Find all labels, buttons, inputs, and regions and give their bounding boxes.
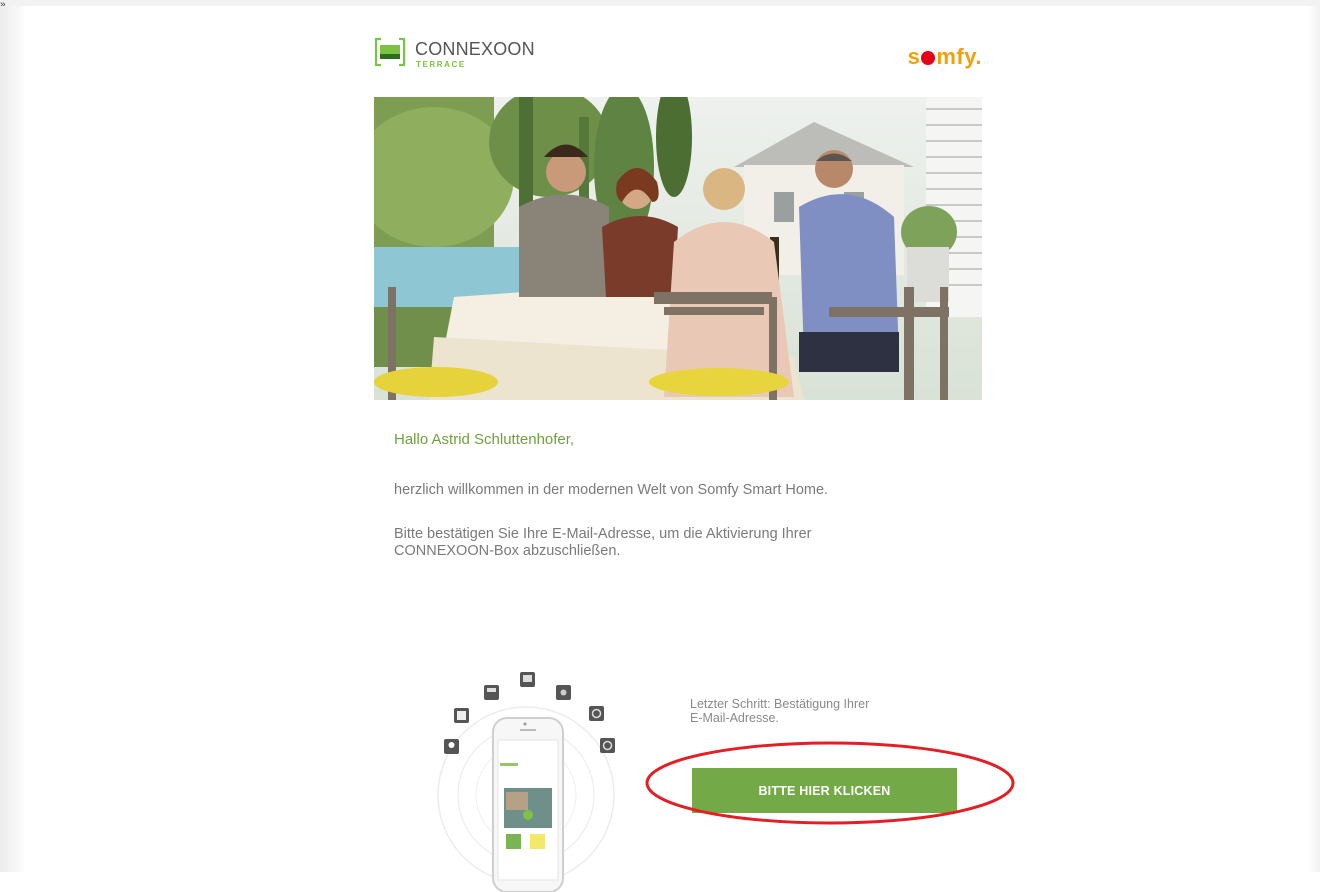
last-step-text: Letzter Schritt: Bestätigung Ihrer E-Mail… (690, 697, 950, 725)
lamp-icon (444, 739, 459, 754)
awning-icon (484, 685, 499, 700)
somfy-logo-o-icon (921, 51, 936, 65)
somfy-logo-s: s (907, 44, 921, 69)
right-page-shade (1308, 6, 1320, 872)
hero-photo (374, 97, 982, 400)
connexoon-logo-icon (374, 37, 406, 67)
somfy-logo-period: . (975, 44, 982, 69)
somfy-logo-mfy: mfy (936, 44, 976, 69)
confirm-email-button[interactable]: BITTE HIER KLICKEN (692, 768, 957, 813)
connexoon-title: CONNEXOON (415, 39, 535, 59)
window-icon (454, 708, 469, 723)
hero-photo-illustration (374, 97, 982, 400)
somfy-logo: s mfy. (908, 44, 982, 70)
alarm-icon (556, 685, 571, 700)
left-page-shade (0, 6, 26, 872)
confirm-email-line-2: CONNEXOON-Box abzuschließen. (394, 543, 621, 559)
smartphone-devices-graphic (437, 672, 615, 892)
connexoon-logo: CONNEXOON TERRACE (374, 36, 574, 72)
last-step-line-1: Letzter Schritt: Bestätigung Ihrer (690, 697, 870, 711)
connexoon-subtitle: TERRACE (416, 60, 466, 69)
last-step-line-2: E-Mail-Adresse. (690, 711, 779, 725)
smartphone-devices-illustration (436, 660, 618, 892)
shutter-icon (520, 672, 535, 687)
thermostat-icon (600, 738, 615, 753)
top-strip (0, 0, 1320, 6)
confirm-email-line-1: Bitte bestätigen Sie Ihre E-Mail-Adresse… (394, 526, 812, 542)
email-content: CONNEXOON TERRACE s mfy. Hallo Astrid Sc… (374, 20, 982, 892)
confirm-email-text: Bitte bestätigen Sie Ihre E-Mail-Adresse… (394, 526, 964, 560)
camera-icon (589, 706, 604, 721)
welcome-text: herzlich willkommen in der modernen Welt… (394, 482, 829, 498)
smartphone-icon (492, 717, 564, 892)
greeting-text: Hallo Astrid Schluttenhofer, (394, 431, 575, 448)
